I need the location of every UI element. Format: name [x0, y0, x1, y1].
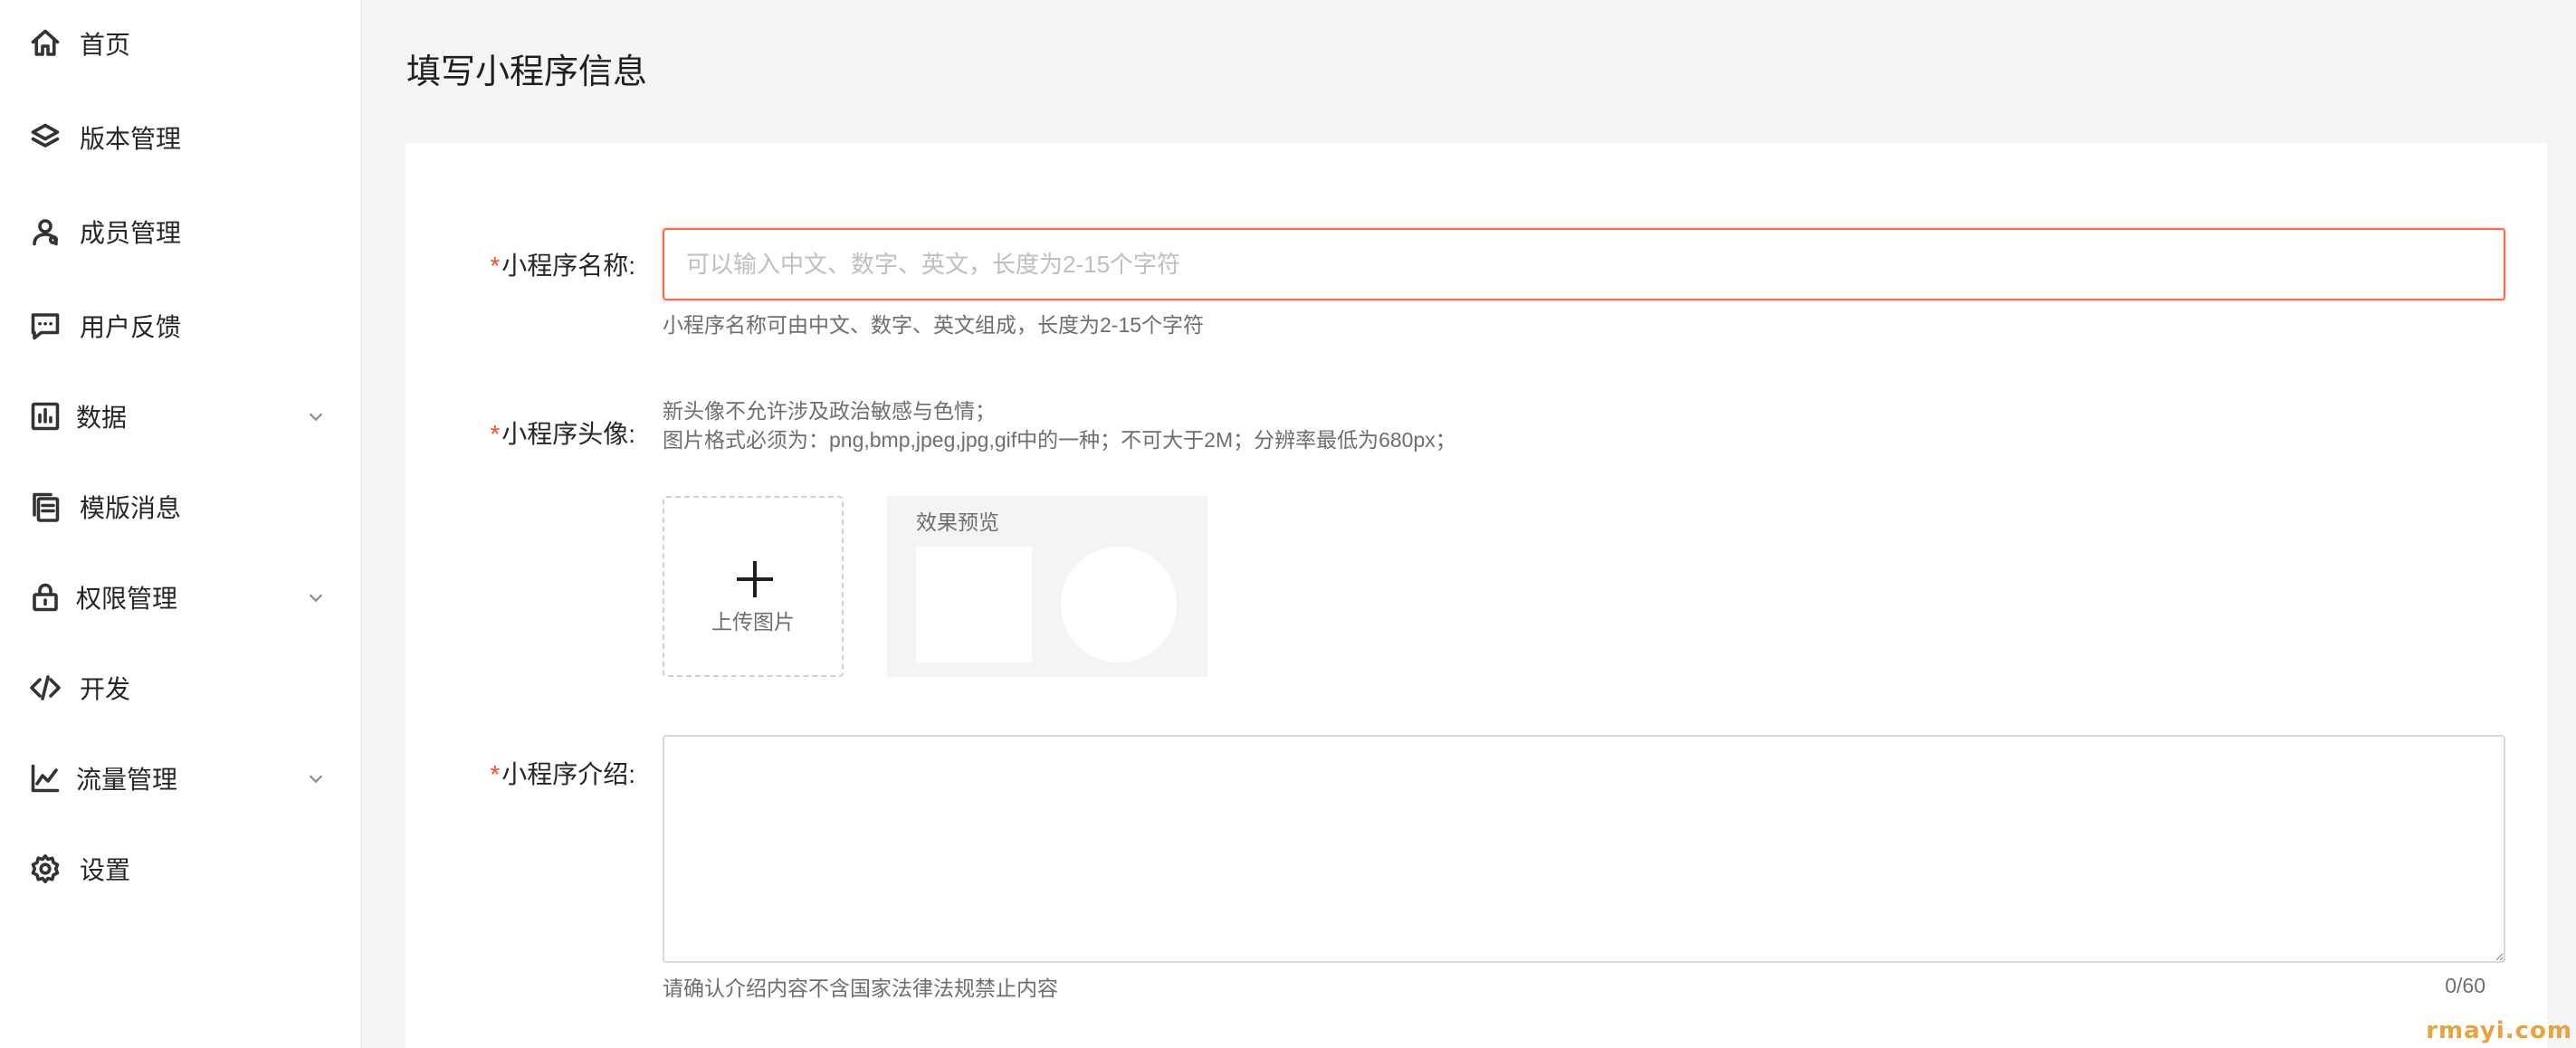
sidebar-item-label: 设置 [80, 856, 131, 884]
sidebar-item-label: 成员管理 [80, 219, 182, 247]
sidebar-item-label: 版本管理 [80, 125, 182, 153]
upload-label: 上传图片 [711, 610, 795, 634]
sidebar-item-user-feedback[interactable]: 用户反馈 [0, 290, 362, 362]
sidebar-item-member-management[interactable]: 成员管理 [0, 195, 362, 268]
gear-icon [29, 853, 62, 885]
user-icon [29, 215, 62, 248]
watermark: rmayi.com [2426, 1017, 2572, 1044]
upload-image-button[interactable]: 上传图片 [663, 496, 844, 677]
intro-textarea[interactable] [663, 735, 2505, 963]
preview-circle-avatar [1061, 547, 1177, 662]
lock-icon [29, 581, 62, 614]
sidebar-item-home[interactable]: 首页 [0, 7, 362, 80]
intro-label-text: 小程序介绍: [501, 760, 635, 788]
sidebar-item-label: 流量管理 [76, 766, 178, 794]
page-title: 填写小程序信息 [406, 53, 648, 91]
required-mark: * [490, 760, 501, 788]
char-counter: 0/60 [2445, 974, 2485, 997]
avatar-hint-line2: 图片格式必须为：png,bmp,jpeg,jpg,gif中的一种；不可大于2M；… [663, 428, 1456, 452]
sidebar-item-traffic-management[interactable]: 流量管理 [0, 742, 362, 815]
sidebar-item-label: 模版消息 [80, 494, 182, 522]
sidebar-item-label: 开发 [80, 675, 131, 703]
avatar-label-text: 小程序头像: [501, 420, 635, 448]
intro-hint: 请确认介绍内容不含国家法律法规禁止内容 [663, 977, 1058, 1000]
sidebar-item-label: 首页 [80, 31, 131, 59]
sidebar-item-template-messages[interactable]: 模版消息 [0, 471, 362, 543]
chevron-down-icon [306, 406, 326, 426]
name-input[interactable] [663, 228, 2505, 300]
sidebar-item-develop[interactable]: 开发 [0, 652, 362, 724]
avatar-preview: 效果预览 [887, 496, 1207, 677]
sidebar-item-label: 用户反馈 [80, 313, 182, 341]
sidebar-item-version-management[interactable]: 版本管理 [0, 101, 362, 174]
preview-title: 效果预览 [916, 510, 999, 534]
preview-square-avatar [916, 547, 1032, 662]
plus-icon [737, 561, 773, 597]
chevron-down-icon [306, 587, 326, 607]
sidebar: 首页 版本管理 成员管理 用户反馈 数据 模版消息 权限管理 开发 流量管理 设… [0, 0, 362, 1048]
message-icon [29, 310, 62, 342]
sidebar-item-label: 数据 [76, 404, 128, 432]
name-field-label: *小程序名称: [490, 246, 635, 282]
avatar-field-label: *小程序头像: [490, 414, 635, 451]
intro-field-label: *小程序介绍: [490, 755, 635, 791]
line-chart-icon [29, 762, 62, 795]
sidebar-item-label: 权限管理 [76, 585, 178, 613]
required-mark: * [490, 420, 501, 448]
name-hint: 小程序名称可由中文、数字、英文组成，长度为2-15个字符 [663, 313, 1205, 337]
name-label-text: 小程序名称: [501, 252, 635, 280]
bar-chart-icon [29, 400, 62, 433]
home-icon [29, 27, 62, 60]
sidebar-item-settings[interactable]: 设置 [0, 833, 362, 905]
copy-icon [29, 491, 62, 523]
code-icon [29, 672, 62, 704]
layers-icon [29, 121, 62, 154]
chevron-down-icon [306, 768, 326, 788]
avatar-hint-line1: 新头像不允许涉及政治敏感与色情； [663, 399, 996, 423]
sidebar-item-data[interactable]: 数据 [0, 380, 362, 453]
sidebar-item-permission-management[interactable]: 权限管理 [0, 561, 362, 634]
required-mark: * [490, 252, 501, 280]
